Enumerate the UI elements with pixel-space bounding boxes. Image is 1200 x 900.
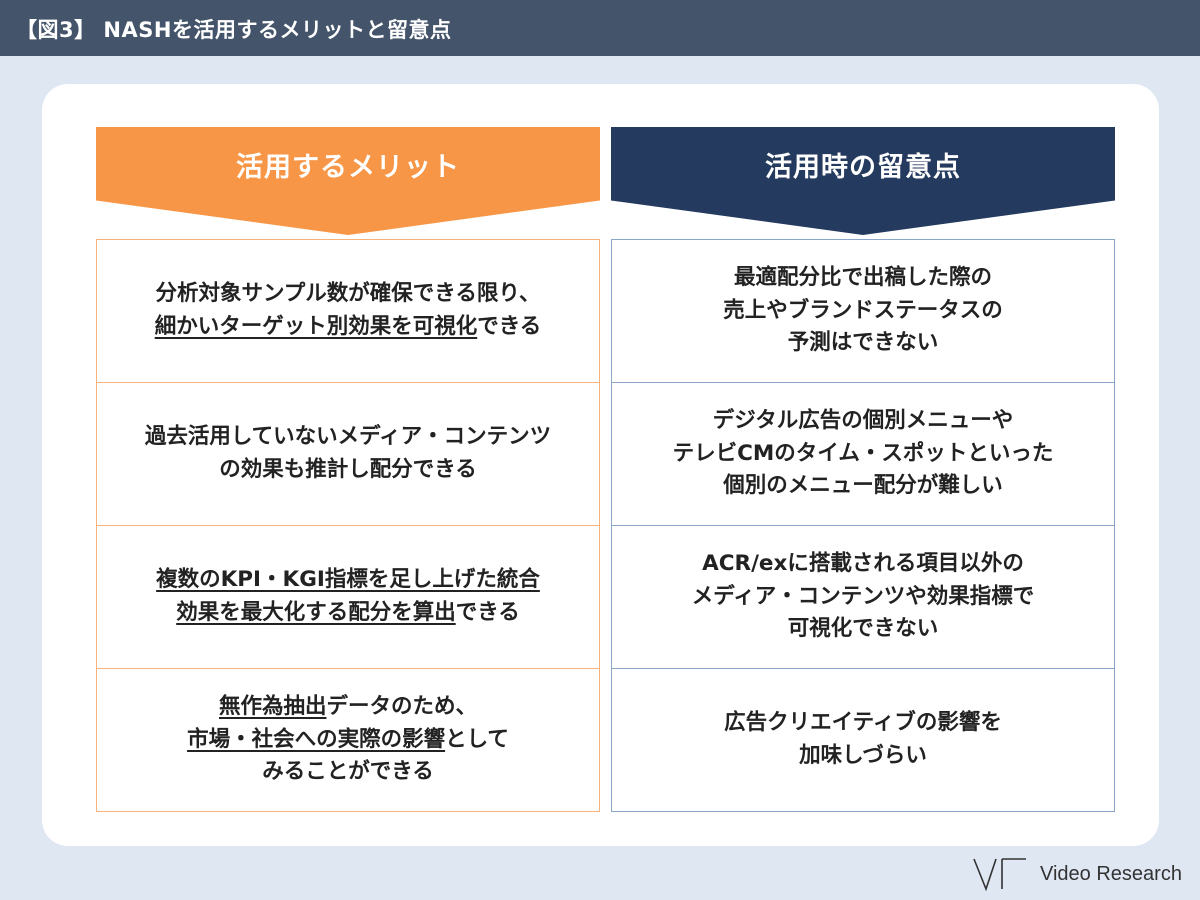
merits-list: 分析対象サンプル数が確保できる限り、 細かいターゲット別効果を可視化できる 過去… xyxy=(96,239,600,812)
cell-text-part: 最適配分比で出稿した際の 売上やブランドステータスの 予測はできない xyxy=(723,264,1003,356)
caution-item: デジタル広告の個別メニューや テレビCMのタイム・スポットといった 個別のメニュ… xyxy=(611,383,1115,526)
underlined-text: 無作為抽出 xyxy=(218,693,327,719)
cell-text: 最適配分比で出稿した際の 売上やブランドステータスの 予測はできない xyxy=(723,262,1003,361)
cautions-heading: 活用時の留意点 xyxy=(765,151,961,183)
cell-text-part: デジタル広告の個別メニューや テレビCMのタイム・スポットといった 個別のメニュ… xyxy=(672,407,1054,499)
brand-logo: Video Research xyxy=(972,856,1182,892)
merit-item: 複数のKPI・KGI指標を足し上げた統合 効果を最大化する配分を算出できる xyxy=(96,526,600,669)
merit-item: 過去活用していないメディア・コンテンツ の効果も推計し配分できる xyxy=(96,383,600,526)
merit-item: 分析対象サンプル数が確保できる限り、 細かいターゲット別効果を可視化できる xyxy=(96,239,600,383)
title-bar: 【図3】 NASHを活用するメリットと留意点 xyxy=(0,0,1200,56)
cell-text: 過去活用していないメディア・コンテンツ の効果も推計し配分できる xyxy=(145,421,551,487)
cell-text-part: できる xyxy=(455,600,520,625)
cell-text: デジタル広告の個別メニューや テレビCMのタイム・スポットといった 個別のメニュ… xyxy=(673,405,1054,504)
cell-text: 広告クリエイティブの影響を 加味しづらい xyxy=(724,707,1002,773)
underlined-text: 市場・社会への実際の影響 xyxy=(187,726,446,752)
cell-text: 複数のKPI・KGI指標を足し上げた統合 効果を最大化する配分を算出できる xyxy=(156,564,540,630)
merits-heading: 活用するメリット xyxy=(236,151,460,183)
video-research-logo-icon xyxy=(973,858,1026,891)
cell-text-part: 分析対象サンプル数が確保できる限り、 xyxy=(155,281,541,307)
underlined-text: 細かいターゲット別効果を可視化 xyxy=(154,314,478,339)
caution-item: 最適配分比で出稿した際の 売上やブランドステータスの 予測はできない xyxy=(611,239,1115,383)
cell-text-part: ACR/exに搭載される項目以外の メディア・コンテンツや効果指標で 可視化でき… xyxy=(691,550,1035,642)
cell-text-part: 過去活用していないメディア・コンテンツ の効果も推計し配分できる xyxy=(144,424,552,482)
cell-text: ACR/exに搭載される項目以外の メディア・コンテンツや効果指標で 可視化でき… xyxy=(692,548,1035,647)
cautions-list: 最適配分比で出稿した際の 売上やブランドステータスの 予測はできない デジタル広… xyxy=(611,239,1115,812)
merit-item: 無作為抽出データのため、 市場・社会への実際の影響として みることができる xyxy=(96,669,600,812)
cell-text-part: データのため、 xyxy=(326,693,478,719)
cell-text-part: できる xyxy=(477,314,542,339)
cell-text-part: 広告クリエイティブの影響を 加味しづらい xyxy=(724,710,1002,768)
cell-text: 分析対象サンプル数が確保できる限り、 細かいターゲット別効果を可視化できる xyxy=(155,278,542,344)
brand-name: Video Research xyxy=(1040,862,1182,885)
page-title: 【図3】 NASHを活用するメリットと留意点 xyxy=(16,18,452,42)
cell-text: 無作為抽出データのため、 市場・社会への実際の影響として みることができる xyxy=(187,691,509,790)
caution-item: 広告クリエイティブの影響を 加味しづらい xyxy=(611,669,1115,812)
caution-item: ACR/exに搭載される項目以外の メディア・コンテンツや効果指標で 可視化でき… xyxy=(611,526,1115,669)
